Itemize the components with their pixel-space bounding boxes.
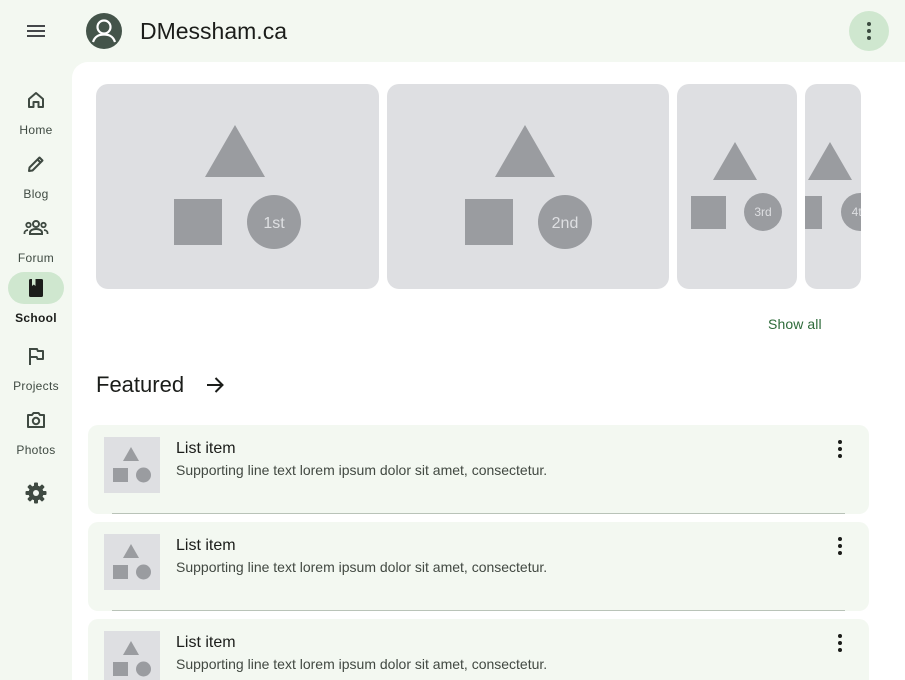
list-item-more-button[interactable] (828, 534, 852, 558)
site-title: DMessham.ca (140, 18, 287, 44)
rail-active-indicator (8, 272, 64, 304)
more-vert-icon (838, 634, 842, 652)
image-carousel[interactable]: 1st 2nd 3rd 4t (96, 84, 861, 289)
arrow-forward-icon (207, 377, 224, 393)
more-vert-icon (838, 440, 842, 458)
list-item-more-button[interactable] (828, 437, 852, 461)
list-item-supporting-text: Supporting line text lorem ipsum dolor s… (176, 559, 548, 575)
show-all-button[interactable]: Show all (768, 314, 822, 334)
main-content: 1st 2nd 3rd 4t Show all Featured List it… (72, 62, 905, 680)
list-item[interactable]: List item Supporting line text lorem ips… (88, 619, 869, 680)
list-item-supporting-text: Supporting line text lorem ipsum dolor s… (176, 462, 548, 478)
carousel-card-label: 4th (852, 205, 861, 219)
rail-icon-container (8, 404, 64, 436)
rail-label-home: Home (19, 123, 53, 137)
list-item-thumbnail (104, 437, 160, 493)
carousel-card-3[interactable]: 3rd (677, 84, 797, 289)
groups-icon (23, 220, 49, 235)
more-vert-icon (867, 22, 871, 40)
rail-icon-container (8, 148, 64, 180)
top-app-bar: DMessham.ca (0, 0, 905, 62)
list-item-thumbnail (104, 534, 160, 590)
avatar[interactable] (86, 13, 122, 49)
camera-icon (27, 412, 45, 428)
list-item-headline: List item (176, 440, 236, 457)
account-circle-icon (91, 19, 117, 43)
menu-button[interactable] (16, 11, 56, 51)
flag-icon (29, 348, 44, 365)
rail-item-projects[interactable]: Projects (0, 340, 72, 400)
image-placeholder-icon (113, 447, 151, 483)
carousel-card-2[interactable]: 2nd (387, 84, 669, 289)
carousel-card-label: 2nd (552, 215, 579, 232)
list-item-supporting-text: Supporting line text lorem ipsum dolor s… (176, 656, 548, 672)
list-item[interactable]: List item Supporting line text lorem ips… (88, 425, 869, 514)
list-item-more-button[interactable] (828, 631, 852, 655)
more-vert-icon (838, 537, 842, 555)
image-placeholder-icon: 1st (174, 125, 301, 249)
rail-item-blog[interactable]: Blog (0, 148, 72, 208)
rail-label-school: School (15, 311, 57, 325)
book-icon (29, 279, 43, 297)
list-divider (112, 610, 845, 611)
rail-label-forum: Forum (17, 251, 55, 265)
image-placeholder-icon (113, 544, 151, 580)
featured-arrow-button[interactable] (202, 372, 228, 398)
rail-label-projects: Projects (13, 379, 59, 393)
image-placeholder-icon: 3rd (691, 142, 782, 231)
rail-item-forum[interactable]: Forum (0, 212, 72, 272)
rail-item-home[interactable]: Home (0, 84, 72, 144)
pencil-icon (28, 156, 44, 172)
menu-icon (27, 25, 45, 37)
list-divider (112, 513, 845, 514)
rail-label-photos: Photos (16, 443, 56, 457)
image-placeholder-icon: 2nd (465, 125, 592, 249)
rail-icon-container (8, 340, 64, 372)
rail-item-school[interactable]: School (0, 272, 72, 332)
list-item-headline: List item (176, 634, 236, 651)
overflow-menu-button[interactable] (849, 11, 889, 51)
carousel-card-1[interactable]: 1st (96, 84, 379, 289)
list-item-thumbnail (104, 631, 160, 680)
rail-icon-container (8, 212, 64, 244)
navigation-rail: Home Blog Forum School Projects Photos (0, 62, 72, 680)
home-icon (28, 92, 44, 108)
rail-label-blog: Blog (23, 187, 49, 201)
carousel-card-label: 1st (263, 215, 285, 232)
featured-heading: Featured (96, 372, 185, 397)
rail-item-photos[interactable]: Photos (0, 404, 72, 464)
gear-icon (25, 482, 47, 504)
image-placeholder-icon: 4th (805, 142, 861, 231)
image-placeholder-icon (113, 641, 151, 677)
list-item-headline: List item (176, 537, 236, 554)
settings-button[interactable] (16, 473, 56, 513)
list-item[interactable]: List item Supporting line text lorem ips… (88, 522, 869, 611)
rail-icon-container (8, 84, 64, 116)
carousel-card-label: 3rd (754, 205, 771, 219)
carousel-card-4[interactable]: 4th (805, 84, 861, 289)
